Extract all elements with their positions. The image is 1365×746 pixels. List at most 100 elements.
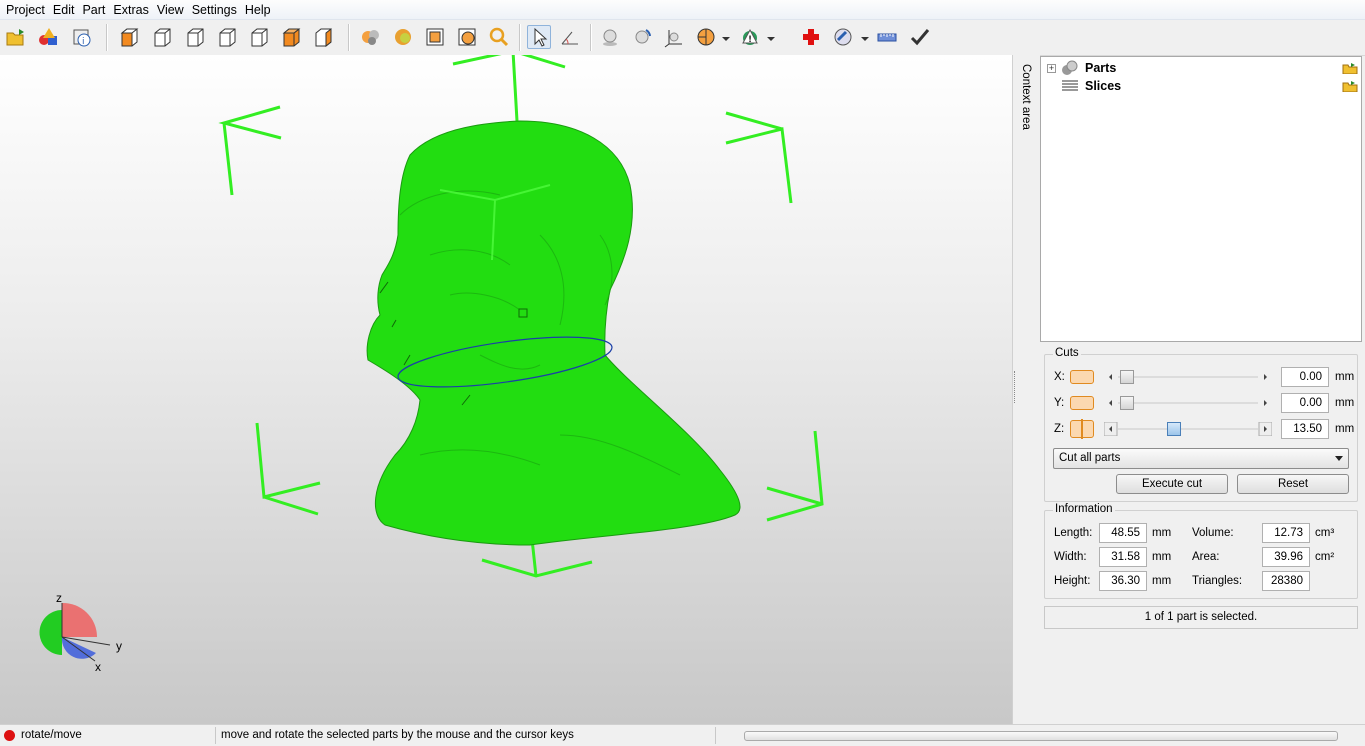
axis-triad (39, 602, 111, 662)
x-plane-icon (1070, 370, 1094, 384)
height-value: 36.30 (1099, 571, 1147, 591)
axes-icon[interactable] (662, 25, 686, 49)
rotate-sphere-icon[interactable] (631, 25, 655, 49)
menu-settings[interactable]: Settings (188, 0, 241, 19)
axis-y-label: y (116, 639, 122, 653)
checkmark-icon[interactable] (908, 25, 932, 49)
x-cut-slider[interactable] (1104, 370, 1272, 384)
view-iso-icon[interactable] (311, 25, 335, 49)
folder-open-icon[interactable] (1342, 80, 1358, 92)
red-cross-icon[interactable] (799, 25, 823, 49)
reset-button[interactable]: Reset (1237, 474, 1349, 494)
ruler-icon[interactable] (875, 25, 899, 49)
tree-item-label: Slices (1085, 79, 1122, 93)
repair-icon[interactable]: ! (738, 25, 762, 49)
tree-item-slices[interactable]: Slices (1061, 77, 1121, 95)
x-unit: mm (1335, 371, 1355, 383)
textured-icon[interactable] (391, 25, 415, 49)
execute-cut-button[interactable]: Execute cut (1116, 474, 1228, 494)
y-label: Y: (1054, 397, 1065, 409)
head-model[interactable] (366, 120, 741, 546)
status-dot-icon (4, 730, 15, 741)
y-cut-input[interactable]: 0.00 (1281, 393, 1329, 413)
x-cut-input[interactable]: 0.00 (1281, 367, 1329, 387)
z-plane-icon (1070, 419, 1094, 439)
toolbar: i ! (0, 20, 1365, 56)
select-cursor-icon[interactable] (527, 25, 551, 49)
y-slider-thumb[interactable] (1120, 396, 1134, 410)
z-cut-slider[interactable] (1103, 421, 1273, 437)
area-value: 39.96 (1262, 547, 1310, 567)
menu-view[interactable]: View (153, 0, 188, 19)
view-back-icon[interactable] (150, 25, 174, 49)
tree-item-parts[interactable]: + Parts (1047, 59, 1116, 77)
z-slider-thumb[interactable] (1167, 422, 1182, 436)
status-bar: rotate/move move and rotate the selected… (0, 724, 1365, 746)
z-label: Z: (1054, 423, 1065, 435)
width-label: Width: (1054, 551, 1087, 563)
area-label: Area: (1192, 551, 1220, 563)
object-tree[interactable]: + Parts Slices (1040, 56, 1362, 342)
sphere-icon[interactable] (598, 25, 622, 49)
length-label: Length: (1054, 527, 1093, 539)
triangles-label: Triangles: (1192, 575, 1243, 587)
folder-open-icon[interactable] (1342, 62, 1358, 74)
width-unit: mm (1152, 551, 1172, 563)
x-slider-thumb[interactable] (1120, 370, 1134, 384)
menu-bar: Project Edit Part Extras View Settings Help (0, 0, 1365, 20)
height-unit: mm (1152, 575, 1172, 587)
z-cut-input[interactable]: 13.50 (1281, 419, 1329, 439)
y-plane-icon (1070, 396, 1094, 410)
open-folder-icon[interactable] (4, 25, 28, 49)
status-hint: move and rotate the selected parts by th… (221, 729, 574, 741)
measure-angle-icon[interactable] (558, 25, 582, 49)
x-label: X: (1054, 371, 1065, 383)
view-left-icon[interactable] (183, 25, 207, 49)
part-info-icon[interactable]: i (70, 25, 94, 49)
menu-help[interactable]: Help (241, 0, 275, 19)
cuts-title: Cuts (1053, 347, 1081, 359)
axis-z-label: z (56, 591, 62, 605)
z-unit: mm (1335, 423, 1355, 435)
cut-mode-select[interactable]: Cut all parts (1053, 448, 1349, 469)
view-bottom-icon[interactable] (279, 25, 303, 49)
view-top-icon[interactable] (247, 25, 271, 49)
width-value: 31.58 (1099, 547, 1147, 567)
menu-project[interactable]: Project (0, 0, 49, 19)
tree-item-label: Parts (1085, 61, 1117, 75)
view-front-icon[interactable] (117, 25, 141, 49)
y-unit: mm (1335, 397, 1355, 409)
progress-bar (744, 731, 1338, 741)
zoom-icon[interactable] (487, 25, 511, 49)
y-cut-slider[interactable] (1104, 396, 1272, 410)
scene-svg: z y x (39, 55, 824, 674)
selection-status: 1 of 1 part is selected. (1044, 606, 1358, 629)
context-area-strip[interactable] (1018, 55, 1040, 724)
3d-viewport[interactable]: z y x (0, 55, 1012, 724)
tools-icon[interactable] (831, 25, 855, 49)
length-unit: mm (1152, 527, 1172, 539)
axis-x-label: x (95, 660, 101, 674)
status-mode: rotate/move (21, 729, 82, 741)
menu-extras[interactable]: Extras (109, 0, 152, 19)
context-area-label[interactable]: Context area (1020, 64, 1032, 130)
svg-text:!: ! (748, 35, 752, 45)
area-unit: cm² (1315, 551, 1335, 563)
menu-part[interactable]: Part (78, 0, 109, 19)
wireframe-icon[interactable] (423, 25, 447, 49)
length-value: 48.55 (1099, 523, 1147, 543)
volume-label: Volume: (1192, 527, 1234, 539)
height-label: Height: (1054, 575, 1091, 587)
add-shapes-icon[interactable] (37, 25, 61, 49)
expand-icon[interactable]: + (1047, 63, 1056, 73)
information-title: Information (1053, 503, 1115, 515)
view-right-icon[interactable] (215, 25, 239, 49)
shaded-icon[interactable] (359, 25, 383, 49)
section-icon[interactable] (694, 25, 718, 49)
slices-icon (1062, 80, 1078, 91)
svg-text:i: i (82, 37, 85, 47)
triangles-value: 28380 (1262, 571, 1310, 591)
volume-value: 12.73 (1262, 523, 1310, 543)
menu-edit[interactable]: Edit (49, 0, 79, 19)
mixed-view-icon[interactable] (455, 25, 479, 49)
